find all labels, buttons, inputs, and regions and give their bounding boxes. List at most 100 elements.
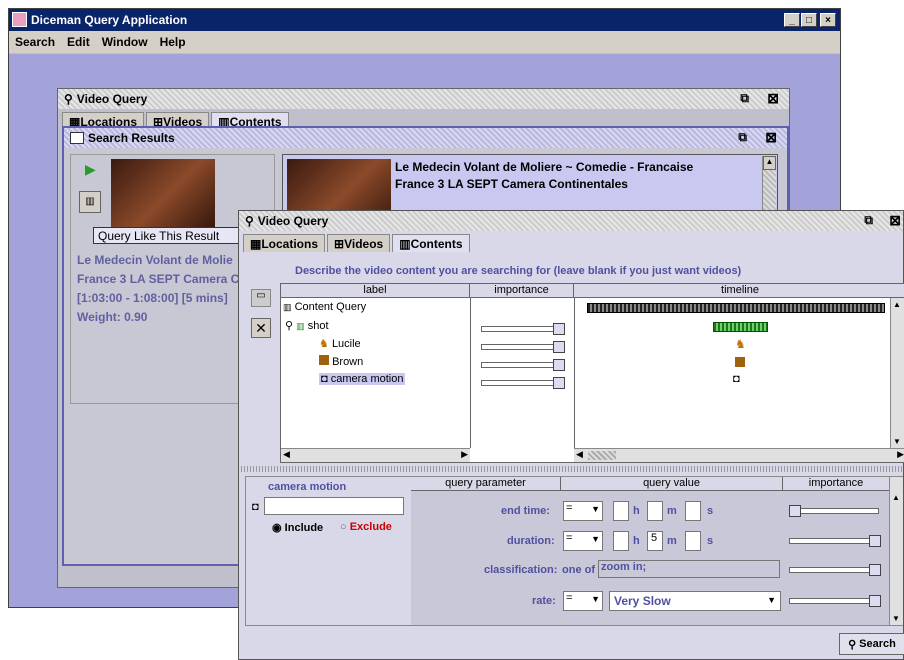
end-time-operator-select[interactable]: = ▼: [563, 501, 603, 521]
result-weight-line: Weight: 0.90: [77, 310, 148, 324]
front-restore-icon[interactable]: ⧉: [864, 213, 873, 228]
tree-row-brown[interactable]: Brown: [319, 355, 363, 368]
front-close-icon[interactable]: ⊠: [889, 212, 901, 229]
param-duration-label: duration:: [507, 535, 555, 547]
col-header-importance: importance: [783, 477, 889, 491]
end-time-hours[interactable]: [613, 501, 629, 521]
classification-importance-slider[interactable]: [789, 564, 885, 576]
detail-panel: camera motion ◘ ◉ Include ○ Exclude quer…: [245, 476, 903, 626]
result-source-line: France 3 LA SEPT Camera C: [77, 272, 240, 286]
scroll-up-icon[interactable]: ▲: [892, 493, 900, 502]
importance-slider-lucile[interactable]: [481, 341, 565, 353]
results-restore-icon[interactable]: ⧉: [738, 130, 747, 145]
search-button[interactable]: ⚲ Search: [839, 633, 904, 655]
end-time-seconds[interactable]: [685, 501, 701, 521]
results-window-icon: [70, 132, 84, 144]
play-icon[interactable]: ▶: [85, 161, 96, 178]
tree-row-camera-motion[interactable]: ◘ camera motion: [319, 373, 406, 385]
result-time-line: [1:03:00 - 1:08:00] [5 mins]: [77, 291, 228, 305]
timeline-hscrollbar[interactable]: ◀ ▶: [574, 448, 904, 462]
duration-minutes[interactable]: 5: [647, 531, 663, 551]
importance-slider-shot[interactable]: [481, 323, 565, 335]
query-like-button[interactable]: ▥: [79, 191, 101, 213]
param-classification-label: classification:: [484, 564, 558, 576]
chevron-down-icon: ▼: [767, 595, 776, 605]
include-radio[interactable]: ◉ Include: [272, 521, 323, 534]
timeline-camera-icon: ◘: [733, 373, 740, 385]
scroll-left-icon[interactable]: ◀: [576, 449, 583, 460]
camera-icon: ◘: [252, 501, 259, 513]
col-header-timeline: timeline: [574, 284, 904, 298]
delete-node-button[interactable]: ✕: [251, 318, 271, 338]
rate-operator-select[interactable]: = ▼: [563, 591, 603, 611]
col-header-label: label: [281, 284, 470, 298]
video-query-title: Video Query: [76, 92, 148, 106]
instruction-text: Describe the video content you are searc…: [295, 265, 742, 277]
video-query-front-title-bar: ⚲ Video Query ⧉ ⊠: [239, 211, 903, 231]
main-window-title: Diceman Query Application: [31, 13, 188, 27]
chevron-down-icon: ▼: [591, 534, 600, 544]
menu-window[interactable]: Window: [102, 35, 148, 49]
scroll-down-icon[interactable]: ▼: [893, 437, 901, 446]
menu-edit[interactable]: Edit: [67, 35, 90, 49]
param-vscrollbar[interactable]: ▲ ▼: [889, 477, 903, 625]
timeline-person-icon: ♞: [735, 337, 746, 351]
splitter[interactable]: [241, 466, 903, 472]
duration-seconds[interactable]: [685, 531, 701, 551]
scroll-up-icon[interactable]: ▲: [763, 156, 776, 170]
importance-slider-camera[interactable]: [481, 377, 565, 389]
end-time-minutes[interactable]: [647, 501, 663, 521]
exclude-radio[interactable]: ○ Exclude: [340, 521, 392, 533]
scroll-down-icon[interactable]: ▼: [892, 614, 900, 623]
scroll-up-icon[interactable]: ▲: [893, 300, 901, 309]
color-swatch-icon: [319, 355, 329, 365]
tree-vscrollbar[interactable]: ▲ ▼: [890, 298, 904, 448]
menu-help[interactable]: Help: [160, 35, 186, 49]
param-end-time-label: end time:: [501, 505, 550, 517]
radio-selected-icon: ◉: [272, 522, 282, 534]
front-tab-locations[interactable]: ▦ Locations: [243, 234, 326, 252]
tooltip: Query Like This Result: [93, 227, 248, 244]
duration-importance-slider[interactable]: [789, 535, 885, 547]
param-table: query parameter query value importance e…: [411, 477, 903, 625]
camera-motion-label-input[interactable]: [264, 497, 404, 515]
timeline-shot-bar[interactable]: [713, 322, 768, 332]
restore-icon[interactable]: ⧉: [740, 91, 749, 106]
add-node-button[interactable]: ▭: [251, 289, 271, 307]
classification-value-field[interactable]: zoom in;: [598, 560, 780, 578]
front-tab-contents[interactable]: ▥ Contents: [392, 234, 470, 252]
maximize-button[interactable]: □: [801, 13, 817, 27]
tree-row-content-query[interactable]: ▥ Content Query: [283, 301, 366, 313]
duration-hours[interactable]: [613, 531, 629, 551]
person-icon: ♞: [319, 338, 329, 350]
scroll-right-icon[interactable]: ▶: [461, 449, 468, 460]
close-button[interactable]: ×: [820, 13, 836, 27]
tree-row-shot[interactable]: ⚲ ▥ shot: [285, 319, 329, 332]
minimize-button[interactable]: _: [784, 13, 800, 27]
results-close-icon[interactable]: ⊠: [765, 129, 777, 146]
frame-close-icon[interactable]: ⊠: [767, 90, 779, 107]
col-header-query-value: query value: [561, 477, 783, 491]
col-header-importance: importance: [470, 284, 574, 298]
rate-importance-slider[interactable]: [789, 595, 885, 607]
contents-icon: ▥: [399, 236, 411, 251]
scroll-left-icon[interactable]: ◀: [283, 449, 290, 460]
menu-bar: Search Edit Window Help: [9, 31, 840, 53]
detail-label-header: camera motion: [268, 481, 347, 493]
front-tab-videos[interactable]: ⊞ Videos: [327, 234, 391, 252]
result-right-source: France 3 LA SEPT Camera Continentales: [395, 177, 628, 191]
scroll-right-icon[interactable]: ▶: [897, 449, 904, 460]
tree-row-lucile[interactable]: ♞ Lucile: [319, 337, 361, 350]
chevron-down-icon: ▼: [591, 594, 600, 604]
tree-hscrollbar[interactable]: ◀ ▶: [281, 448, 470, 462]
video-query-front-title: Video Query: [257, 214, 329, 228]
menu-search[interactable]: Search: [15, 35, 55, 49]
tree-expand-icon[interactable]: ⚲: [285, 320, 293, 332]
duration-operator-select[interactable]: = ▼: [563, 531, 603, 551]
timeline-content-query-bar[interactable]: [587, 303, 885, 313]
importance-slider-brown[interactable]: [481, 359, 565, 371]
end-time-importance-slider[interactable]: [789, 505, 885, 517]
result-title-line: Le Medecin Volant de Molie: [77, 253, 233, 267]
rate-value-select[interactable]: Very Slow ▼: [609, 591, 781, 611]
video-query-title-bar: ⚲ Video Query ⧉ ⊠: [58, 89, 789, 109]
